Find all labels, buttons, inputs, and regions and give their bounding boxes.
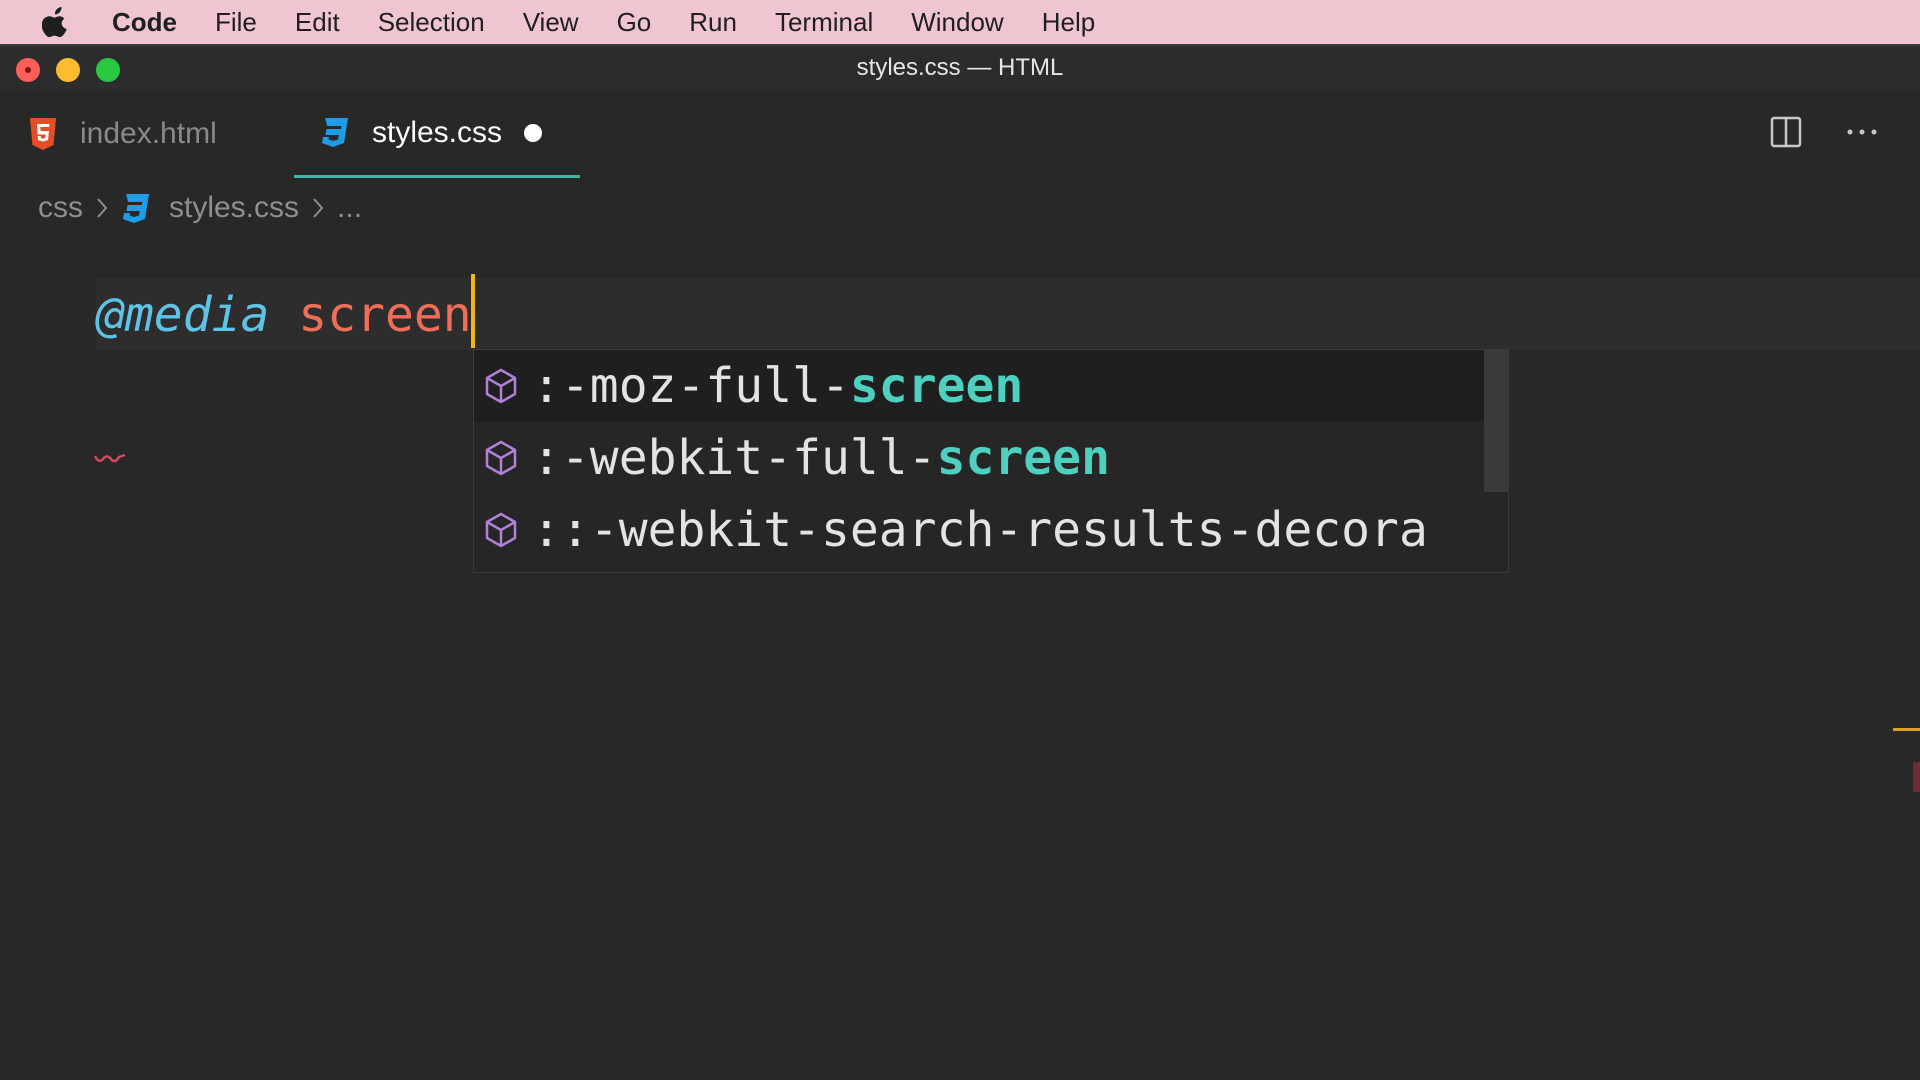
suggestion-prefix: ::-webkit-search-results-decora <box>532 502 1428 558</box>
apple-icon[interactable] <box>40 5 72 39</box>
menu-view[interactable]: View <box>523 7 579 38</box>
tab-styles-css[interactable]: styles.css <box>294 90 580 178</box>
unsaved-dot-icon[interactable] <box>524 123 543 142</box>
menu-terminal[interactable]: Terminal <box>775 7 873 38</box>
tab-index-html[interactable]: index.html <box>28 90 293 178</box>
more-actions-icon[interactable] <box>1844 114 1880 150</box>
menu-file[interactable]: File <box>215 7 257 38</box>
tab-label: index.html <box>80 117 217 150</box>
title-bar: styles.css — HTML <box>0 46 1920 90</box>
suggestion-match: screen <box>936 430 1110 486</box>
menu-selection[interactable]: Selection <box>378 7 485 38</box>
breadcrumb-folder[interactable]: css <box>38 191 83 225</box>
at-rule-token: @media <box>96 287 270 343</box>
chevron-right-icon <box>311 196 325 220</box>
keyword-token: screen <box>298 287 472 343</box>
tab-bar: index.html styles.css <box>0 90 1920 178</box>
text-cursor <box>471 274 475 348</box>
menu-bar: Code File Edit Selection View Go Run Ter… <box>0 0 1920 44</box>
split-editor-icon[interactable] <box>1768 114 1804 150</box>
menu-window[interactable]: Window <box>911 7 1003 38</box>
suggest-scrollbar[interactable] <box>1484 350 1508 492</box>
suggest-widget: :-moz-full-screen :-webkit-full-screen :… <box>473 349 1509 573</box>
code-line-1[interactable]: @media screen <box>96 280 472 350</box>
breadcrumb: css styles.css ... <box>38 178 362 238</box>
breadcrumb-file[interactable]: styles.css <box>169 191 299 225</box>
overview-ruler-cursor-mark <box>1893 728 1920 731</box>
property-cube-icon <box>484 366 518 406</box>
suggestion-match: screen <box>849 358 1024 414</box>
window-title: styles.css — HTML <box>856 54 1064 81</box>
chevron-right-icon <box>95 196 109 220</box>
suggestion-prefix: :-webkit-full- <box>532 430 937 486</box>
editor-actions <box>1728 114 1880 150</box>
html5-icon <box>28 117 58 151</box>
css3-icon <box>121 192 151 224</box>
menu-help[interactable]: Help <box>1042 7 1095 38</box>
property-cube-icon <box>484 438 518 478</box>
css3-icon <box>320 116 350 150</box>
suggestion-item[interactable]: ::-webkit-search-results-decora <box>474 494 1484 566</box>
menu-go[interactable]: Go <box>617 7 652 38</box>
editor-window: styles.css — HTML index.html styles.css <box>0 44 1920 1080</box>
suggestion-item[interactable]: :-moz-full-screen <box>474 350 1484 422</box>
suggestion-item[interactable]: :-webkit-full-screen <box>474 422 1484 494</box>
menu-run[interactable]: Run <box>689 7 737 38</box>
breadcrumb-more[interactable]: ... <box>337 191 362 225</box>
menu-code[interactable]: Code <box>112 7 177 38</box>
tab-label: styles.css <box>372 115 503 149</box>
overview-ruler-error-mark <box>1913 762 1920 792</box>
error-squiggle-icon <box>93 452 126 471</box>
suggestion-prefix: :-moz-full- <box>532 358 850 414</box>
menu-edit[interactable]: Edit <box>295 7 340 38</box>
property-cube-icon <box>484 510 518 550</box>
